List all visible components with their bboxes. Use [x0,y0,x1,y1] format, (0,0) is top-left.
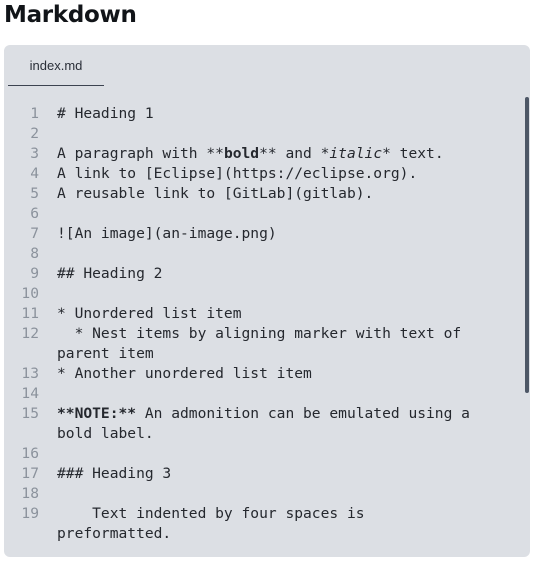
line-number: 13 [21,365,39,382]
line-text-segment: * text. [382,145,444,162]
line-number: 6 [30,205,39,222]
line-text: # Heading 1 [57,105,154,122]
line-number: 5 [30,185,39,202]
line-text: * Another unordered list item [57,365,312,382]
line-text: A reusable link to [GitLab](gitlab). [57,185,374,202]
line-number: 8 [30,245,39,262]
line-number: 17 [21,465,39,482]
line-text: A link to [Eclipse](https://eclipse.org)… [57,165,418,182]
line-text-segment: bold [223,145,260,162]
line-text-segment: italic [329,145,383,162]
line-text: Text indented by four spaces is [57,505,365,522]
line-number: 11 [21,305,39,322]
page-title: Markdown [4,2,137,28]
line-text: ![An image](an-image.png) [57,225,277,242]
line-text-segment: ** and * [259,145,330,162]
line-text: **NOTE:** An admonition can be emulated … [57,404,470,424]
line-number: 3 [30,145,39,162]
line-text: bold label. [57,425,154,442]
line-text: * Nest items by aligning marker with tex… [57,325,462,342]
code-editor-panel: index.md 1 # Heading 1 2 3 A paragraph with … [4,45,530,557]
tab-bar: index.md [4,45,530,87]
line-text: parent item [57,345,154,362]
line-text-segment: **NOTE:** [57,405,137,422]
line-number: 10 [21,285,39,302]
line-number: 4 [30,165,39,182]
line-text-segment: An admonition can be emulated using a [136,405,470,422]
line-text: ### Heading 3 [57,465,172,482]
line-number: 7 [30,225,39,242]
line-number: 19 [21,505,39,522]
line-text: * Unordered list item [57,305,242,322]
vertical-scrollbar[interactable] [525,97,529,393]
tab-index-md[interactable]: index.md [8,45,104,86]
line-text: preformatted. [57,525,172,542]
line-text: A paragraph with **bold** and *italic* t… [57,144,444,164]
line-number: 1 [30,105,39,122]
line-text: ## Heading 2 [57,265,163,282]
line-number: 15 [21,405,39,422]
line-number: 16 [21,445,39,462]
line-number: 18 [21,485,39,502]
line-number: 9 [30,265,39,282]
line-number: 2 [30,125,39,142]
line-number: 12 [21,325,39,342]
line-number: 14 [21,385,39,402]
line-text-segment: A paragraph with ** [57,145,224,162]
